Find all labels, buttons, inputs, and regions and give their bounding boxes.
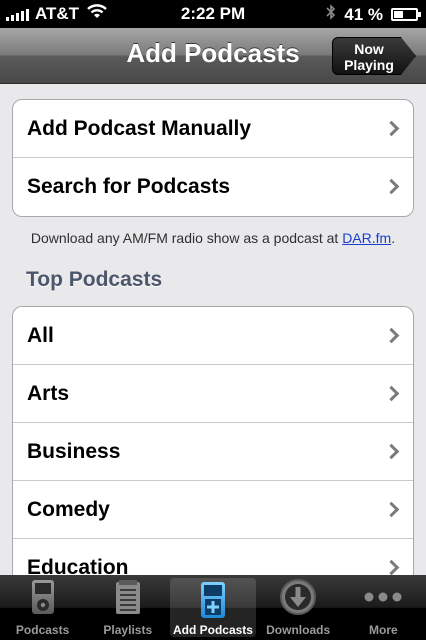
info-text: Download any AM/FM radio show as a podca… <box>0 230 426 246</box>
tab-label: Podcasts <box>15 623 70 637</box>
tab-add-podcasts[interactable]: Add Podcasts <box>170 578 256 637</box>
row-label: Business <box>27 439 121 463</box>
row-label: All <box>27 323 54 347</box>
more-dots-icon <box>363 575 403 619</box>
navigation-bar: Add Podcasts Now Playing <box>0 28 426 84</box>
chevron-right-icon <box>383 178 400 195</box>
row-label: Add Podcast Manually <box>27 116 252 140</box>
category-row-education[interactable]: Education <box>13 539 413 575</box>
ipod-add-icon <box>200 578 226 622</box>
bluetooth-icon <box>326 4 336 25</box>
tab-playlists[interactable]: Playlists <box>85 575 170 640</box>
tab-downloads[interactable]: Downloads <box>256 575 341 640</box>
row-label: Education <box>27 556 129 575</box>
now-playing-button[interactable]: Now Playing <box>332 37 416 75</box>
chevron-right-icon <box>383 443 400 459</box>
info-text-body: Download any AM/FM radio show as a podca… <box>30 230 343 246</box>
status-bar: AT&T 2:22 PM 41 % <box>0 0 426 28</box>
battery-percent: 41 % <box>344 4 383 24</box>
tab-bar: Podcasts Playlists Add Podcasts Download… <box>0 575 426 640</box>
download-arrow-icon <box>279 575 317 619</box>
chevron-right-icon <box>383 385 400 401</box>
tab-more[interactable]: More <box>341 575 426 640</box>
chevron-right-icon <box>383 327 400 343</box>
add-podcast-manually-row[interactable]: Add Podcast Manually <box>13 100 413 158</box>
category-row-comedy[interactable]: Comedy <box>13 481 413 539</box>
content-area[interactable]: Add Podcast Manually Search for Podcasts… <box>0 85 426 575</box>
chevron-right-icon <box>383 559 400 575</box>
section-header-top-podcasts: Top Podcasts <box>26 268 163 291</box>
notepad-icon <box>114 575 142 619</box>
ipod-icon <box>31 575 55 619</box>
category-row-business[interactable]: Business <box>13 423 413 481</box>
tab-label: Playlists <box>103 623 153 637</box>
tab-label: Downloads <box>266 623 331 637</box>
row-label: Search for Podcasts <box>27 175 231 198</box>
category-row-arts[interactable]: Arts <box>13 365 413 423</box>
category-row-all[interactable]: All <box>13 307 413 365</box>
tab-label: Add Podcasts <box>172 623 253 637</box>
search-for-podcasts-row[interactable]: Search for Podcasts <box>13 158 413 216</box>
status-right: 41 % <box>326 4 421 25</box>
now-playing-label-line2: Playing <box>344 57 394 73</box>
chevron-right-icon <box>383 501 400 517</box>
tab-label: More <box>369 623 398 637</box>
darfm-link[interactable]: DAR.fm <box>342 230 391 246</box>
now-playing-label-line1: Now <box>354 41 384 57</box>
actions-group: Add Podcast Manually Search for Podcasts <box>12 99 414 217</box>
categories-group: All Arts Business Comedy Education <box>12 306 414 575</box>
tab-podcasts[interactable]: Podcasts <box>0 575 85 640</box>
row-label: Arts <box>27 381 70 405</box>
info-text-suffix: . <box>391 230 396 246</box>
row-label: Comedy <box>27 497 110 521</box>
battery-icon <box>391 8 421 21</box>
chevron-right-icon <box>383 120 400 136</box>
